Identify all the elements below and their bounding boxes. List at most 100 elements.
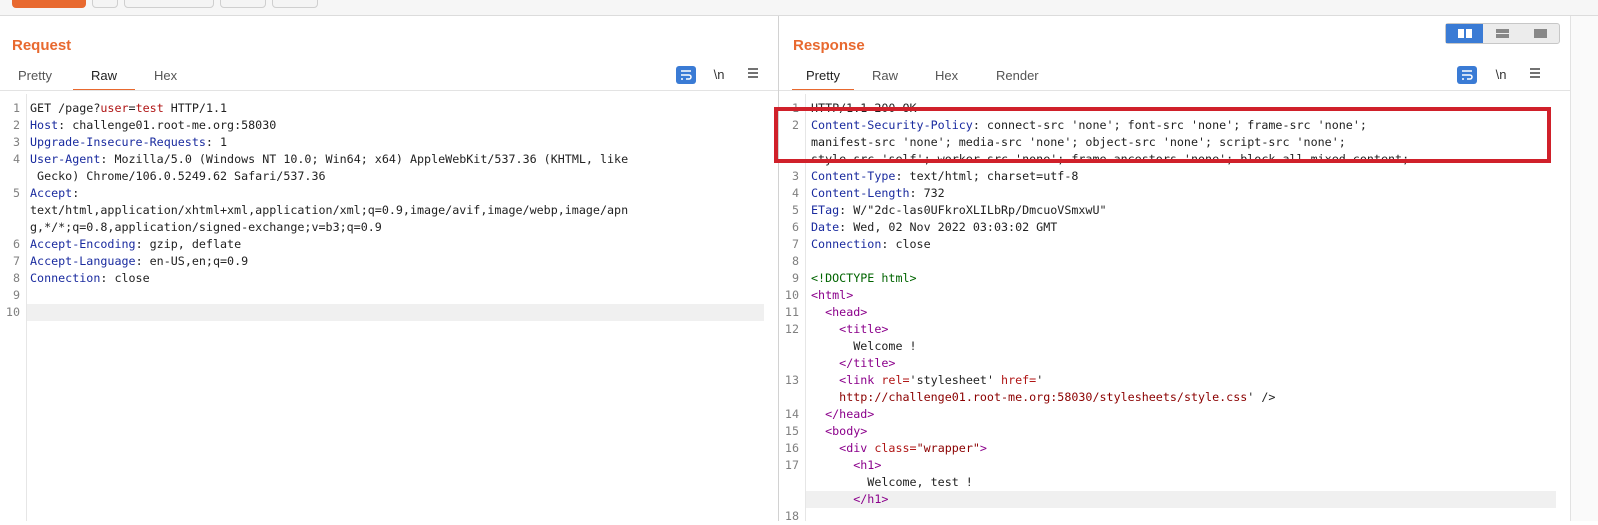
- code-line: 2 Host: challenge01.root-me.org:58030: [0, 117, 778, 134]
- code-token: html: [818, 288, 847, 302]
- code-text: <html>: [811, 287, 853, 304]
- code-line: 5 ETag: W/"2dc-las0UFkroXLILbRp/DmcuoVSmx…: [779, 202, 1570, 219]
- nav-forward-button[interactable]: [220, 0, 266, 8]
- code-token: ': [1036, 373, 1044, 387]
- code-text: Content-Length: 732: [811, 185, 945, 202]
- code-text: User-Agent: Mozilla/5.0 (Windows NT 10.0…: [30, 151, 628, 168]
- line-number: 14: [784, 407, 799, 421]
- nav-back-button[interactable]: [124, 0, 214, 8]
- line-number: 3: [791, 169, 799, 183]
- code-token: Host: [30, 118, 59, 132]
- current-line-highlight: [27, 304, 764, 321]
- code-token: <body>: [825, 424, 868, 438]
- code-line: 16 <div class="wrapper">: [779, 440, 1570, 457]
- code-token: "wrapper": [916, 441, 980, 455]
- line-number: 6: [12, 237, 20, 251]
- wrap-lines-icon: [681, 70, 692, 80]
- code-token: Accept: [30, 186, 73, 200]
- code-text: Host: challenge01.root-me.org:58030: [30, 117, 276, 134]
- single-pane-icon: [1534, 29, 1547, 38]
- line-number: 3: [12, 135, 20, 149]
- tab-pretty[interactable]: Pretty: [792, 68, 854, 91]
- single-pane-button[interactable]: [1522, 24, 1559, 43]
- code-token: : 732: [909, 186, 945, 200]
- line-number: 8: [791, 254, 799, 268]
- code-token: User-Agent: [30, 152, 101, 166]
- tab-raw[interactable]: Raw: [73, 68, 135, 91]
- right-scrollbar[interactable]: [1570, 16, 1598, 521]
- response-panel: Response Pretty Raw Hex Render \n 1 HTTP/…: [779, 16, 1570, 523]
- code-token: Date: [811, 220, 840, 234]
- code-text: <title>: [811, 321, 888, 338]
- code-text: Welcome, test !: [811, 474, 973, 491]
- line-number: 9: [12, 288, 20, 302]
- code-text: Connection: close: [811, 236, 931, 253]
- code-token: user: [100, 101, 129, 115]
- code-text: <body>: [811, 423, 867, 440]
- tab-raw[interactable]: Raw: [872, 68, 898, 89]
- code-token: <div: [839, 441, 875, 455]
- code-line: Welcome !: [779, 338, 1570, 355]
- line-number: 9: [791, 271, 799, 285]
- code-token: : W/"2dc-las0UFkroXLILbRp/DmcuoVSmxwU": [839, 203, 1107, 217]
- tab-pretty[interactable]: Pretty: [18, 68, 52, 89]
- tab-divider: [0, 90, 778, 91]
- code-line: Gecko) Chrome/106.0.5249.62 Safari/537.3…: [0, 168, 778, 185]
- line-number: 12: [784, 322, 799, 336]
- code-line: 13 <link rel='stylesheet' href=': [779, 372, 1570, 389]
- tab-hex[interactable]: Hex: [154, 68, 177, 89]
- tab-hex[interactable]: Hex: [935, 68, 958, 89]
- nav-menu-button[interactable]: [272, 0, 318, 8]
- line-number: 8: [12, 271, 20, 285]
- line-number: 7: [791, 237, 799, 251]
- code-line: 1 GET /page?user=test HTTP/1.1: [0, 100, 778, 117]
- line-number: 16: [784, 441, 799, 455]
- newline-toggle-button[interactable]: \n: [1490, 66, 1512, 84]
- line-number: 4: [791, 186, 799, 200]
- code-line: 6 Date: Wed, 02 Nov 2022 03:03:02 GMT: [779, 219, 1570, 236]
- code-token: : Wed, 02 Nov 2022 03:03:02 GMT: [839, 220, 1058, 234]
- code-token: <: [811, 288, 819, 302]
- code-token: : en-US,en;q=0.9: [135, 254, 249, 268]
- menu-button[interactable]: [1524, 66, 1546, 84]
- newline-toggle-button[interactable]: \n: [708, 66, 730, 84]
- code-line: g,*/*;q=0.8,application/signed-exchange;…: [0, 219, 778, 236]
- line-number: 6: [791, 220, 799, 234]
- send-button[interactable]: [12, 0, 86, 8]
- code-line: 8: [779, 253, 1570, 270]
- code-text: <head>: [811, 304, 867, 321]
- code-text: Accept:: [30, 185, 79, 202]
- code-text: <!DOCTYPE html>: [811, 270, 917, 287]
- code-token: Upgrade-Insecure-Requests: [30, 135, 206, 149]
- cancel-button[interactable]: [92, 0, 118, 8]
- code-line: http://challenge01.root-me.org:58030/sty…: [779, 389, 1570, 406]
- split-horizontal-button[interactable]: [1484, 24, 1521, 43]
- code-token: <link: [839, 373, 882, 387]
- tab-divider: [779, 90, 1570, 91]
- code-token: </title>: [839, 356, 896, 370]
- line-number: 10: [5, 305, 20, 319]
- code-text: ETag: W/"2dc-las0UFkroXLILbRp/DmcuoVSmxw…: [811, 202, 1107, 219]
- menu-button[interactable]: [742, 66, 764, 84]
- code-token: : close: [100, 271, 150, 285]
- request-editor[interactable]: 1 GET /page?user=test HTTP/1.1 2 Host: chal…: [0, 94, 778, 521]
- wrap-lines-button[interactable]: [1457, 66, 1477, 84]
- code-text: <div class="wrapper">: [811, 440, 987, 457]
- code-line: 17 <h1>: [779, 457, 1570, 474]
- split-vertical-button[interactable]: [1446, 24, 1483, 43]
- tab-render[interactable]: Render: [996, 68, 1039, 89]
- code-text: http://challenge01.root-me.org:58030/sty…: [811, 389, 1275, 406]
- line-number: 5: [12, 186, 20, 200]
- code-token: class=: [874, 441, 917, 455]
- wrap-lines-icon: [1462, 70, 1473, 80]
- code-text: Accept-Encoding: gzip, deflate: [30, 236, 241, 253]
- code-text: </head>: [811, 406, 874, 423]
- wrap-lines-button[interactable]: [676, 66, 696, 84]
- code-line: 15 <body>: [779, 423, 1570, 440]
- code-token: Welcome !: [811, 339, 917, 353]
- code-token: : close: [881, 237, 931, 251]
- code-token: Accept-Language: [30, 254, 136, 268]
